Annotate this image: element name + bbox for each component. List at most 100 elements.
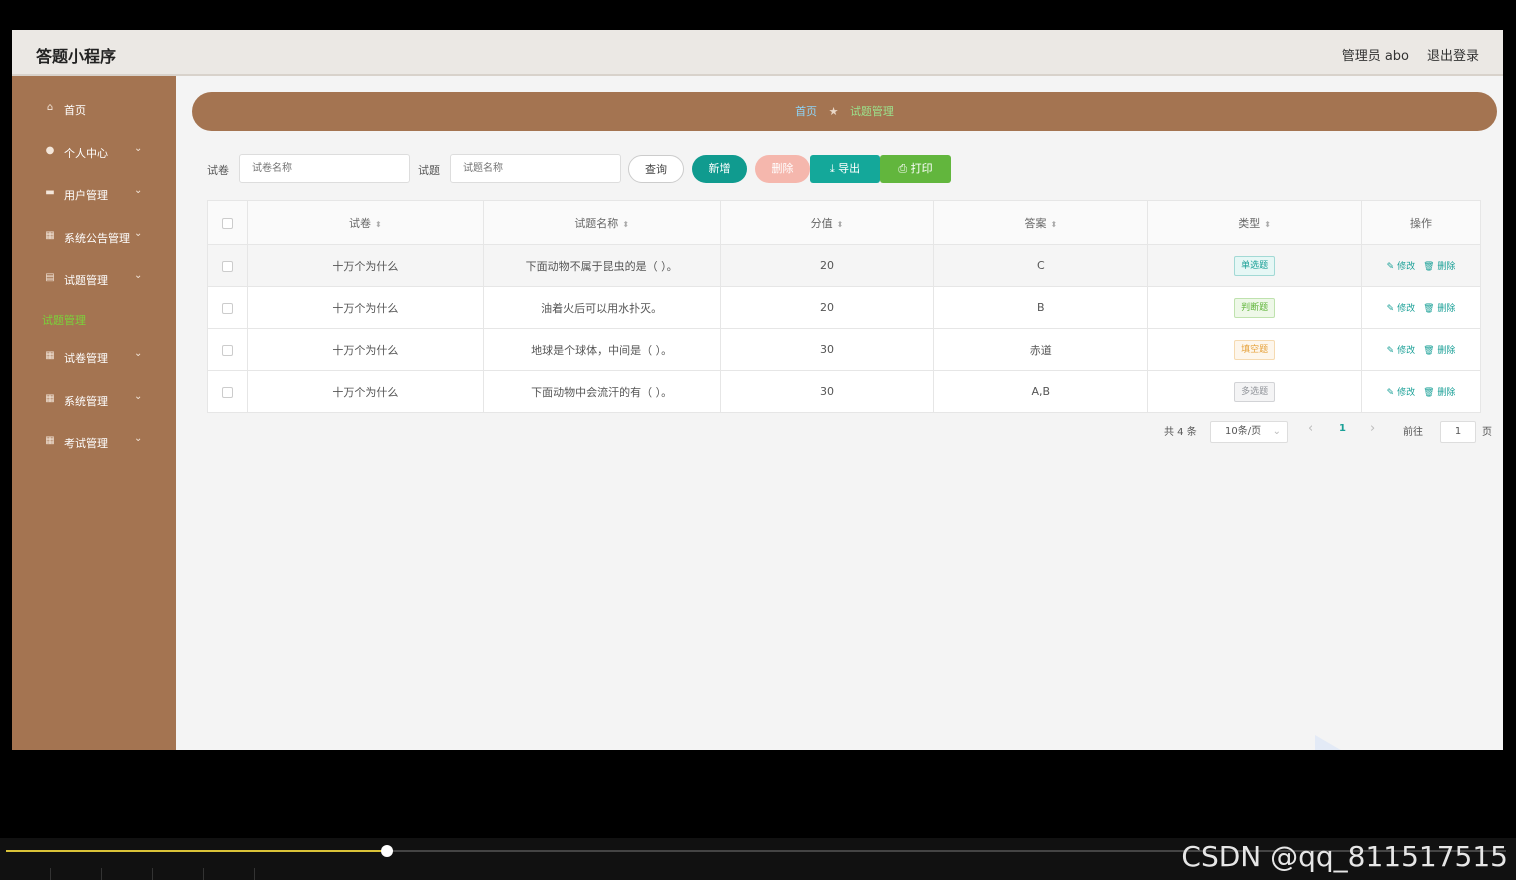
select-all-checkbox[interactable]: [221, 217, 233, 229]
column-header-answer[interactable]: 答案 ⬍: [933, 200, 1149, 245]
cell-paper: 十万个为什么: [246, 328, 484, 371]
sidebar-item-label: 考试管理: [64, 437, 108, 450]
type-tag: 多选题: [1234, 381, 1276, 402]
player-divider: [152, 868, 153, 880]
row-checkbox[interactable]: [221, 344, 233, 356]
row-delete-button[interactable]: 🗑 删除: [1423, 262, 1455, 272]
type-tag: 判断题: [1234, 297, 1276, 318]
column-header-type[interactable]: 类型 ⬍: [1147, 200, 1363, 245]
cell-paper: 十万个为什么: [246, 244, 484, 287]
row-delete-button[interactable]: 🗑 删除: [1423, 346, 1455, 356]
cell-score: 20: [719, 286, 935, 329]
monitor-icon: ▬: [45, 187, 55, 198]
query-button[interactable]: 查询: [628, 155, 684, 183]
cell-actions: ✎ 修改 🗑 删除: [1361, 286, 1481, 329]
cell-answer: A,B: [933, 370, 1149, 413]
sidebar-item-4[interactable]: ▤ 试题管理 ⌄: [12, 262, 176, 296]
chevron-down-icon: ⌄: [134, 433, 143, 444]
sidebar-item-6[interactable]: ▦ 系统管理 ⌄: [12, 383, 176, 417]
grid-icon: ▦: [45, 350, 55, 361]
sidebar-item-5[interactable]: ▦ 试卷管理 ⌄: [12, 340, 176, 374]
cell-score: 20: [719, 244, 935, 287]
main-content: 首页 ★ 试题管理 试卷 试题 查询 新增 删除 ⤓ 导出 ⎙ 打印 试卷⬍ 试…: [176, 76, 1503, 750]
question-name-input[interactable]: [450, 154, 621, 183]
table-row: 十万个为什么 地球是个球体，中间是（ ）。 30 赤道 填空题 ✎ 修改 🗑 删除: [207, 328, 1481, 371]
cell-answer: C: [933, 244, 1149, 287]
page-size-select[interactable]: 10条/页 ⌄: [1210, 421, 1288, 443]
csdn-watermark: CSDN @qq_811517515: [1181, 840, 1508, 873]
row-checkbox[interactable]: [221, 260, 233, 272]
column-header-question[interactable]: 试题名称 ⬍: [482, 200, 721, 245]
export-button[interactable]: ⤓ 导出: [810, 155, 880, 183]
sidebar-item-2[interactable]: ▬ 用户管理 ⌄: [12, 177, 176, 211]
breadcrumb-home-link[interactable]: 首页: [795, 105, 817, 118]
table-row: 十万个为什么 下面动物不属于昆虫的是（ ）。 20 C 单选题 ✎ 修改 🗑 删除: [207, 244, 1481, 287]
cell-answer: 赤道: [933, 328, 1149, 371]
row-select-cell: [207, 244, 248, 287]
column-header-actions: 操作: [1361, 200, 1481, 245]
next-page-button[interactable]: ›: [1370, 421, 1375, 436]
column-header-score[interactable]: 分值 ⬍: [719, 200, 935, 245]
player-divider: [254, 868, 255, 880]
app-title: 答题小程序: [36, 47, 117, 66]
add-button[interactable]: 新增: [692, 155, 747, 183]
edit-button[interactable]: ✎ 修改: [1387, 262, 1415, 272]
select-all-cell: [207, 200, 248, 245]
row-checkbox[interactable]: [221, 386, 233, 398]
cell-type: 填空题: [1147, 328, 1363, 371]
sort-icon[interactable]: ⬍: [837, 220, 844, 229]
edit-button[interactable]: ✎ 修改: [1387, 304, 1415, 314]
chevron-down-icon: ⌄: [134, 185, 143, 196]
video-logo-watermark-icon: [1315, 735, 1341, 750]
table-row: 十万个为什么 油着火后可以用水扑灭。 20 B 判断题 ✎ 修改 🗑 删除: [207, 286, 1481, 329]
cell-question: 下面动物中会流汗的有（ ）。: [482, 370, 721, 413]
column-header-paper[interactable]: 试卷 ⬍: [246, 200, 484, 245]
prev-page-button[interactable]: ‹: [1308, 421, 1313, 436]
print-button[interactable]: ⎙ 打印: [880, 155, 951, 183]
row-checkbox[interactable]: [221, 302, 233, 314]
cell-type: 单选题: [1147, 244, 1363, 287]
user-icon: ●: [45, 145, 55, 156]
sidebar-item-label: 系统公告管理: [64, 232, 130, 245]
player-divider: [203, 868, 204, 880]
page-number-current[interactable]: 1: [1339, 423, 1346, 434]
question-table: 试卷 ⬍ 试题名称 ⬍ 分值 ⬍ 答案 ⬍ 类型 ⬍ 操作 十万个为什么 下面动物不属于昆虫…: [207, 200, 1481, 413]
sidebar-subitem-question-management[interactable]: 试题管理: [42, 312, 86, 328]
paper-filter-label: 试卷: [207, 164, 229, 177]
question-filter-label: 试题: [418, 164, 440, 177]
row-select-cell: [207, 286, 248, 329]
home-icon: ⌂: [46, 102, 54, 113]
sort-icon[interactable]: ⬍: [622, 220, 629, 229]
video-player-controls: CSDN @qq_811517515: [0, 838, 1516, 880]
chevron-down-icon: ⌄: [134, 348, 143, 359]
sidebar-item-0[interactable]: ⌂ 首页: [12, 92, 176, 126]
type-tag: 单选题: [1234, 255, 1276, 276]
goto-label: 前往: [1403, 427, 1423, 438]
row-delete-button[interactable]: 🗑 删除: [1423, 304, 1455, 314]
row-delete-button[interactable]: 🗑 删除: [1423, 388, 1455, 398]
cell-type: 多选题: [1147, 370, 1363, 413]
sort-icon[interactable]: ⬍: [1264, 220, 1271, 229]
edit-button[interactable]: ✎ 修改: [1387, 346, 1415, 356]
edit-button[interactable]: ✎ 修改: [1387, 388, 1415, 398]
goto-page-input[interactable]: 1: [1440, 421, 1476, 443]
cell-question: 下面动物不属于昆虫的是（ ）。: [482, 244, 721, 287]
cell-question: 地球是个球体，中间是（ ）。: [482, 328, 721, 371]
chevron-down-icon: ⌄: [134, 270, 143, 281]
paper-name-input[interactable]: [239, 154, 410, 183]
sidebar-item-label: 系统管理: [64, 395, 108, 408]
video-progress-handle[interactable]: [381, 845, 393, 857]
sidebar-item-3[interactable]: ▦ 系统公告管理 ⌄: [12, 220, 176, 254]
sidebar-item-7[interactable]: ▦ 考试管理 ⌄: [12, 425, 176, 459]
breadcrumb-current: 试题管理: [849, 105, 894, 118]
admin-username: 管理员 abo: [1341, 49, 1409, 64]
breadcrumb: 首页 ★ 试题管理: [192, 92, 1497, 131]
cell-actions: ✎ 修改 🗑 删除: [1361, 328, 1481, 371]
cell-actions: ✎ 修改 🗑 删除: [1361, 244, 1481, 287]
cell-question: 油着火后可以用水扑灭。: [482, 286, 721, 329]
sidebar-item-1[interactable]: ● 个人中心 ⌄: [12, 135, 176, 169]
sort-icon[interactable]: ⬍: [375, 220, 382, 229]
delete-button[interactable]: 删除: [755, 155, 810, 183]
logout-link[interactable]: 退出登录: [1427, 45, 1479, 64]
sort-icon[interactable]: ⬍: [1050, 220, 1057, 229]
